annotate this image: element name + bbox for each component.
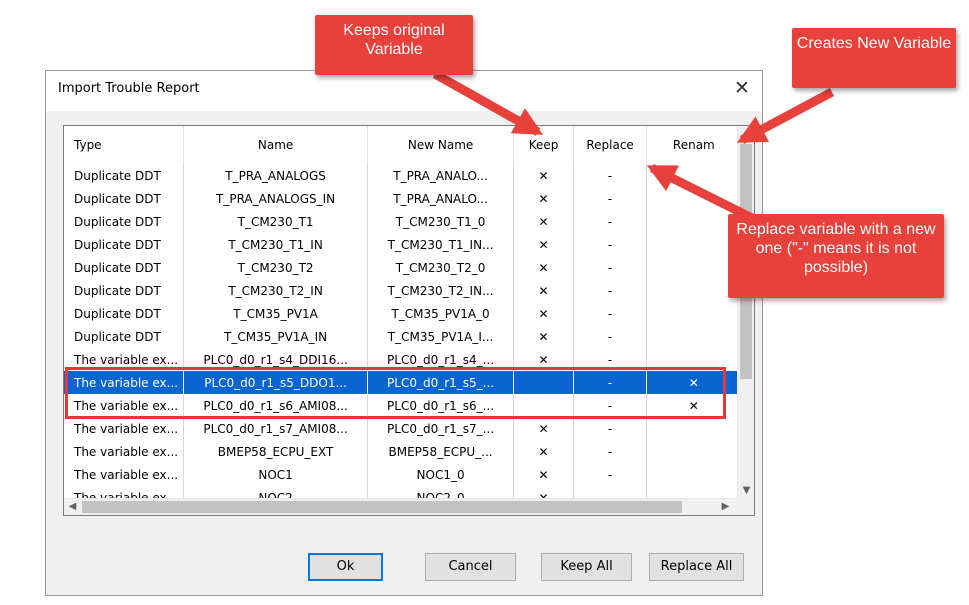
callout-keeps-original: Keeps original Variable: [315, 15, 473, 75]
keep-arrow: [432, 70, 544, 136]
create-arrow: [736, 88, 835, 144]
annotation-arrows: [432, 70, 835, 227]
callout-replace-variable: Replace variable with a new one ("-" mea…: [728, 214, 944, 298]
callout-creates-new: Creates New Variable: [792, 28, 956, 88]
